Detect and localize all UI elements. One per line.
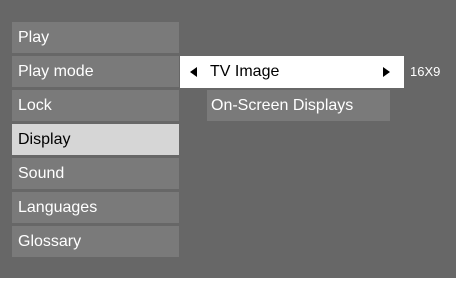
main-menu: Play Play mode Lock Display Sound Langua…: [12, 22, 179, 260]
tv-image-option[interactable]: TV Image 16X9: [180, 56, 456, 88]
display-submenu: TV Image 16X9 On-Screen Displays: [180, 56, 456, 122]
menu-item-sound[interactable]: Sound: [12, 158, 179, 189]
setup-screen: Play Play mode Lock Display Sound Langua…: [0, 0, 456, 278]
arrow-right-icon[interactable]: [383, 67, 390, 77]
tv-image-value: 16X9: [410, 64, 441, 79]
osd-button[interactable]: On-Screen Displays: [207, 90, 390, 121]
tv-image-selector[interactable]: TV Image: [180, 56, 404, 88]
menu-item-lock[interactable]: Lock: [12, 90, 179, 121]
arrow-left-icon[interactable]: [190, 67, 197, 77]
menu-item-glossary[interactable]: Glossary: [12, 226, 179, 257]
osd-option[interactable]: On-Screen Displays: [180, 90, 456, 122]
tv-image-label: TV Image: [210, 63, 280, 80]
menu-item-display[interactable]: Display: [12, 124, 179, 155]
menu-item-play-mode[interactable]: Play mode: [12, 56, 179, 87]
menu-item-languages[interactable]: Languages: [12, 192, 179, 223]
menu-item-play[interactable]: Play: [12, 22, 179, 53]
